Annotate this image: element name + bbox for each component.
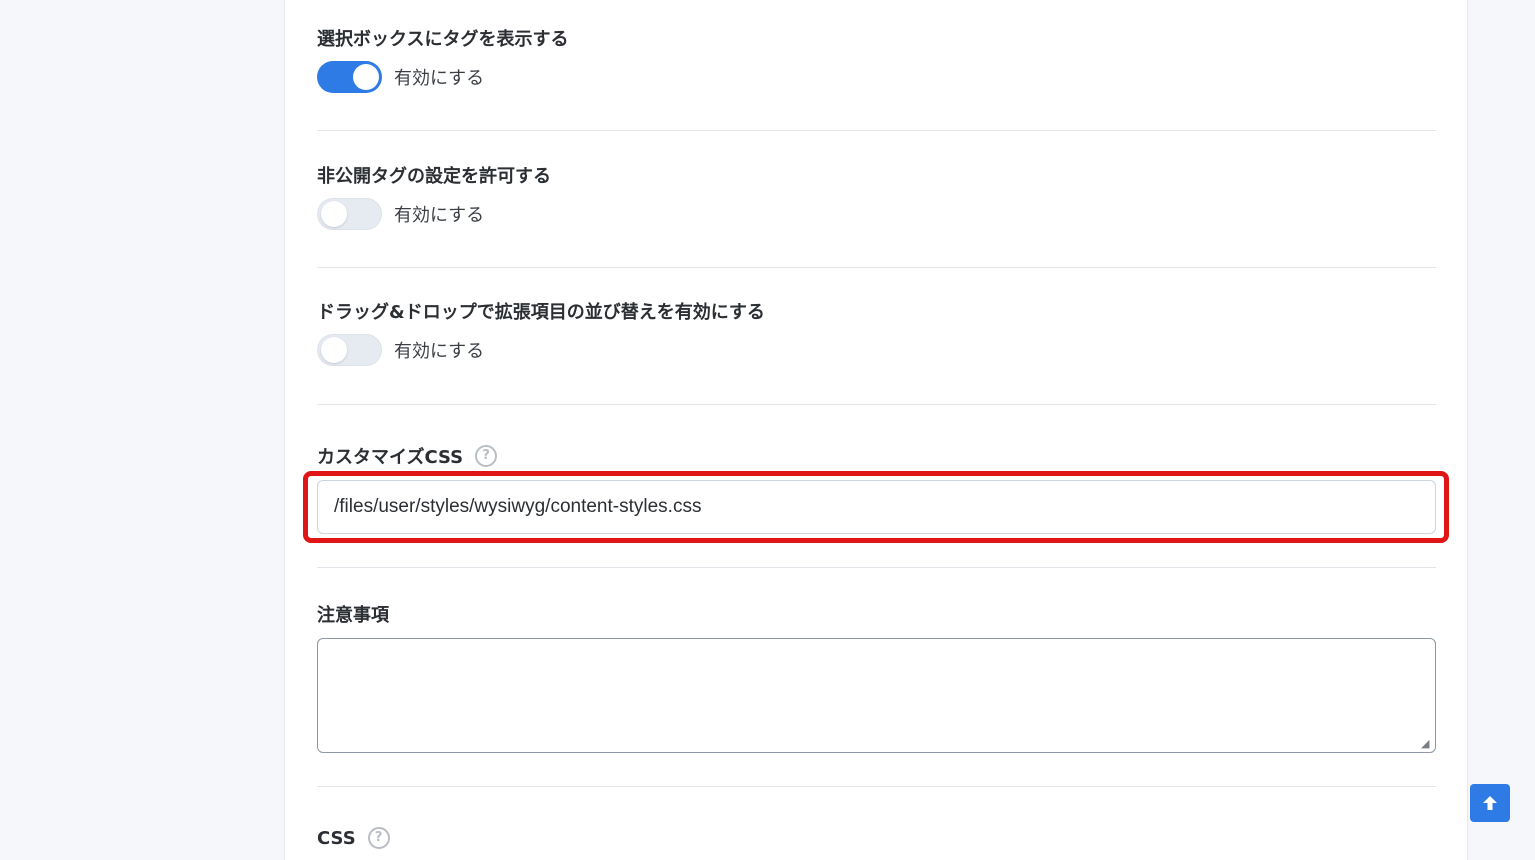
- toggle-row: 有効にする: [317, 198, 1436, 230]
- scroll-to-top-button[interactable]: [1470, 784, 1510, 822]
- toggle-knob: [321, 201, 347, 227]
- drag-drop-toggle[interactable]: [317, 334, 382, 366]
- setting-css: CSS ?: [317, 825, 1436, 851]
- setting-show-tags: 選択ボックスにタグを表示する 有効にする: [317, 25, 1436, 93]
- divider: [317, 786, 1436, 787]
- toggle-knob: [353, 64, 379, 90]
- show-tags-toggle[interactable]: [317, 61, 382, 93]
- css-label: CSS: [317, 827, 356, 849]
- toggle-row: 有効にする: [317, 61, 1436, 93]
- divider: [317, 130, 1436, 131]
- toggle-label: 有効にする: [394, 205, 485, 226]
- settings-panel: 選択ボックスにタグを表示する 有効にする 非公開タグの設定を許可する 有効にする…: [284, 0, 1468, 860]
- setting-notes: 注意事項: [317, 601, 1436, 627]
- question-circle-icon[interactable]: ?: [367, 827, 390, 849]
- arrow-up-icon: [1483, 796, 1497, 810]
- setting-drag-drop: ドラッグ&ドロップで拡張項目の並び替えを有効にする 有効にする: [317, 298, 1436, 366]
- setting-label: カスタマイズCSS ?: [317, 443, 1436, 469]
- setting-label: CSS ?: [317, 825, 1436, 851]
- notes-label: 注意事項: [317, 605, 389, 626]
- toggle-label: 有効にする: [394, 341, 485, 362]
- private-tags-toggle[interactable]: [317, 198, 382, 230]
- divider: [317, 267, 1436, 268]
- setting-label: 選択ボックスにタグを表示する: [317, 29, 569, 50]
- toggle-label: 有効にする: [394, 68, 485, 89]
- custom-css-label: カスタマイズCSS: [317, 447, 464, 468]
- setting-private-tags: 非公開タグの設定を許可する 有効にする: [317, 162, 1436, 230]
- toggle-row: 有効にする: [317, 334, 1436, 366]
- resize-grip-icon[interactable]: ◢: [1421, 738, 1433, 750]
- question-circle-icon[interactable]: ?: [475, 445, 498, 467]
- custom-css-input[interactable]: /files/user/styles/wysiwyg/content-style…: [317, 480, 1436, 534]
- divider: [317, 404, 1436, 405]
- notes-textarea[interactable]: ◢: [317, 638, 1436, 753]
- setting-label: 非公開タグの設定を許可する: [317, 166, 551, 187]
- toggle-knob: [321, 337, 347, 363]
- setting-label: ドラッグ&ドロップで拡張項目の並び替えを有効にする: [317, 302, 765, 323]
- divider: [317, 567, 1436, 568]
- setting-custom-css: カスタマイズCSS ?: [317, 443, 1436, 469]
